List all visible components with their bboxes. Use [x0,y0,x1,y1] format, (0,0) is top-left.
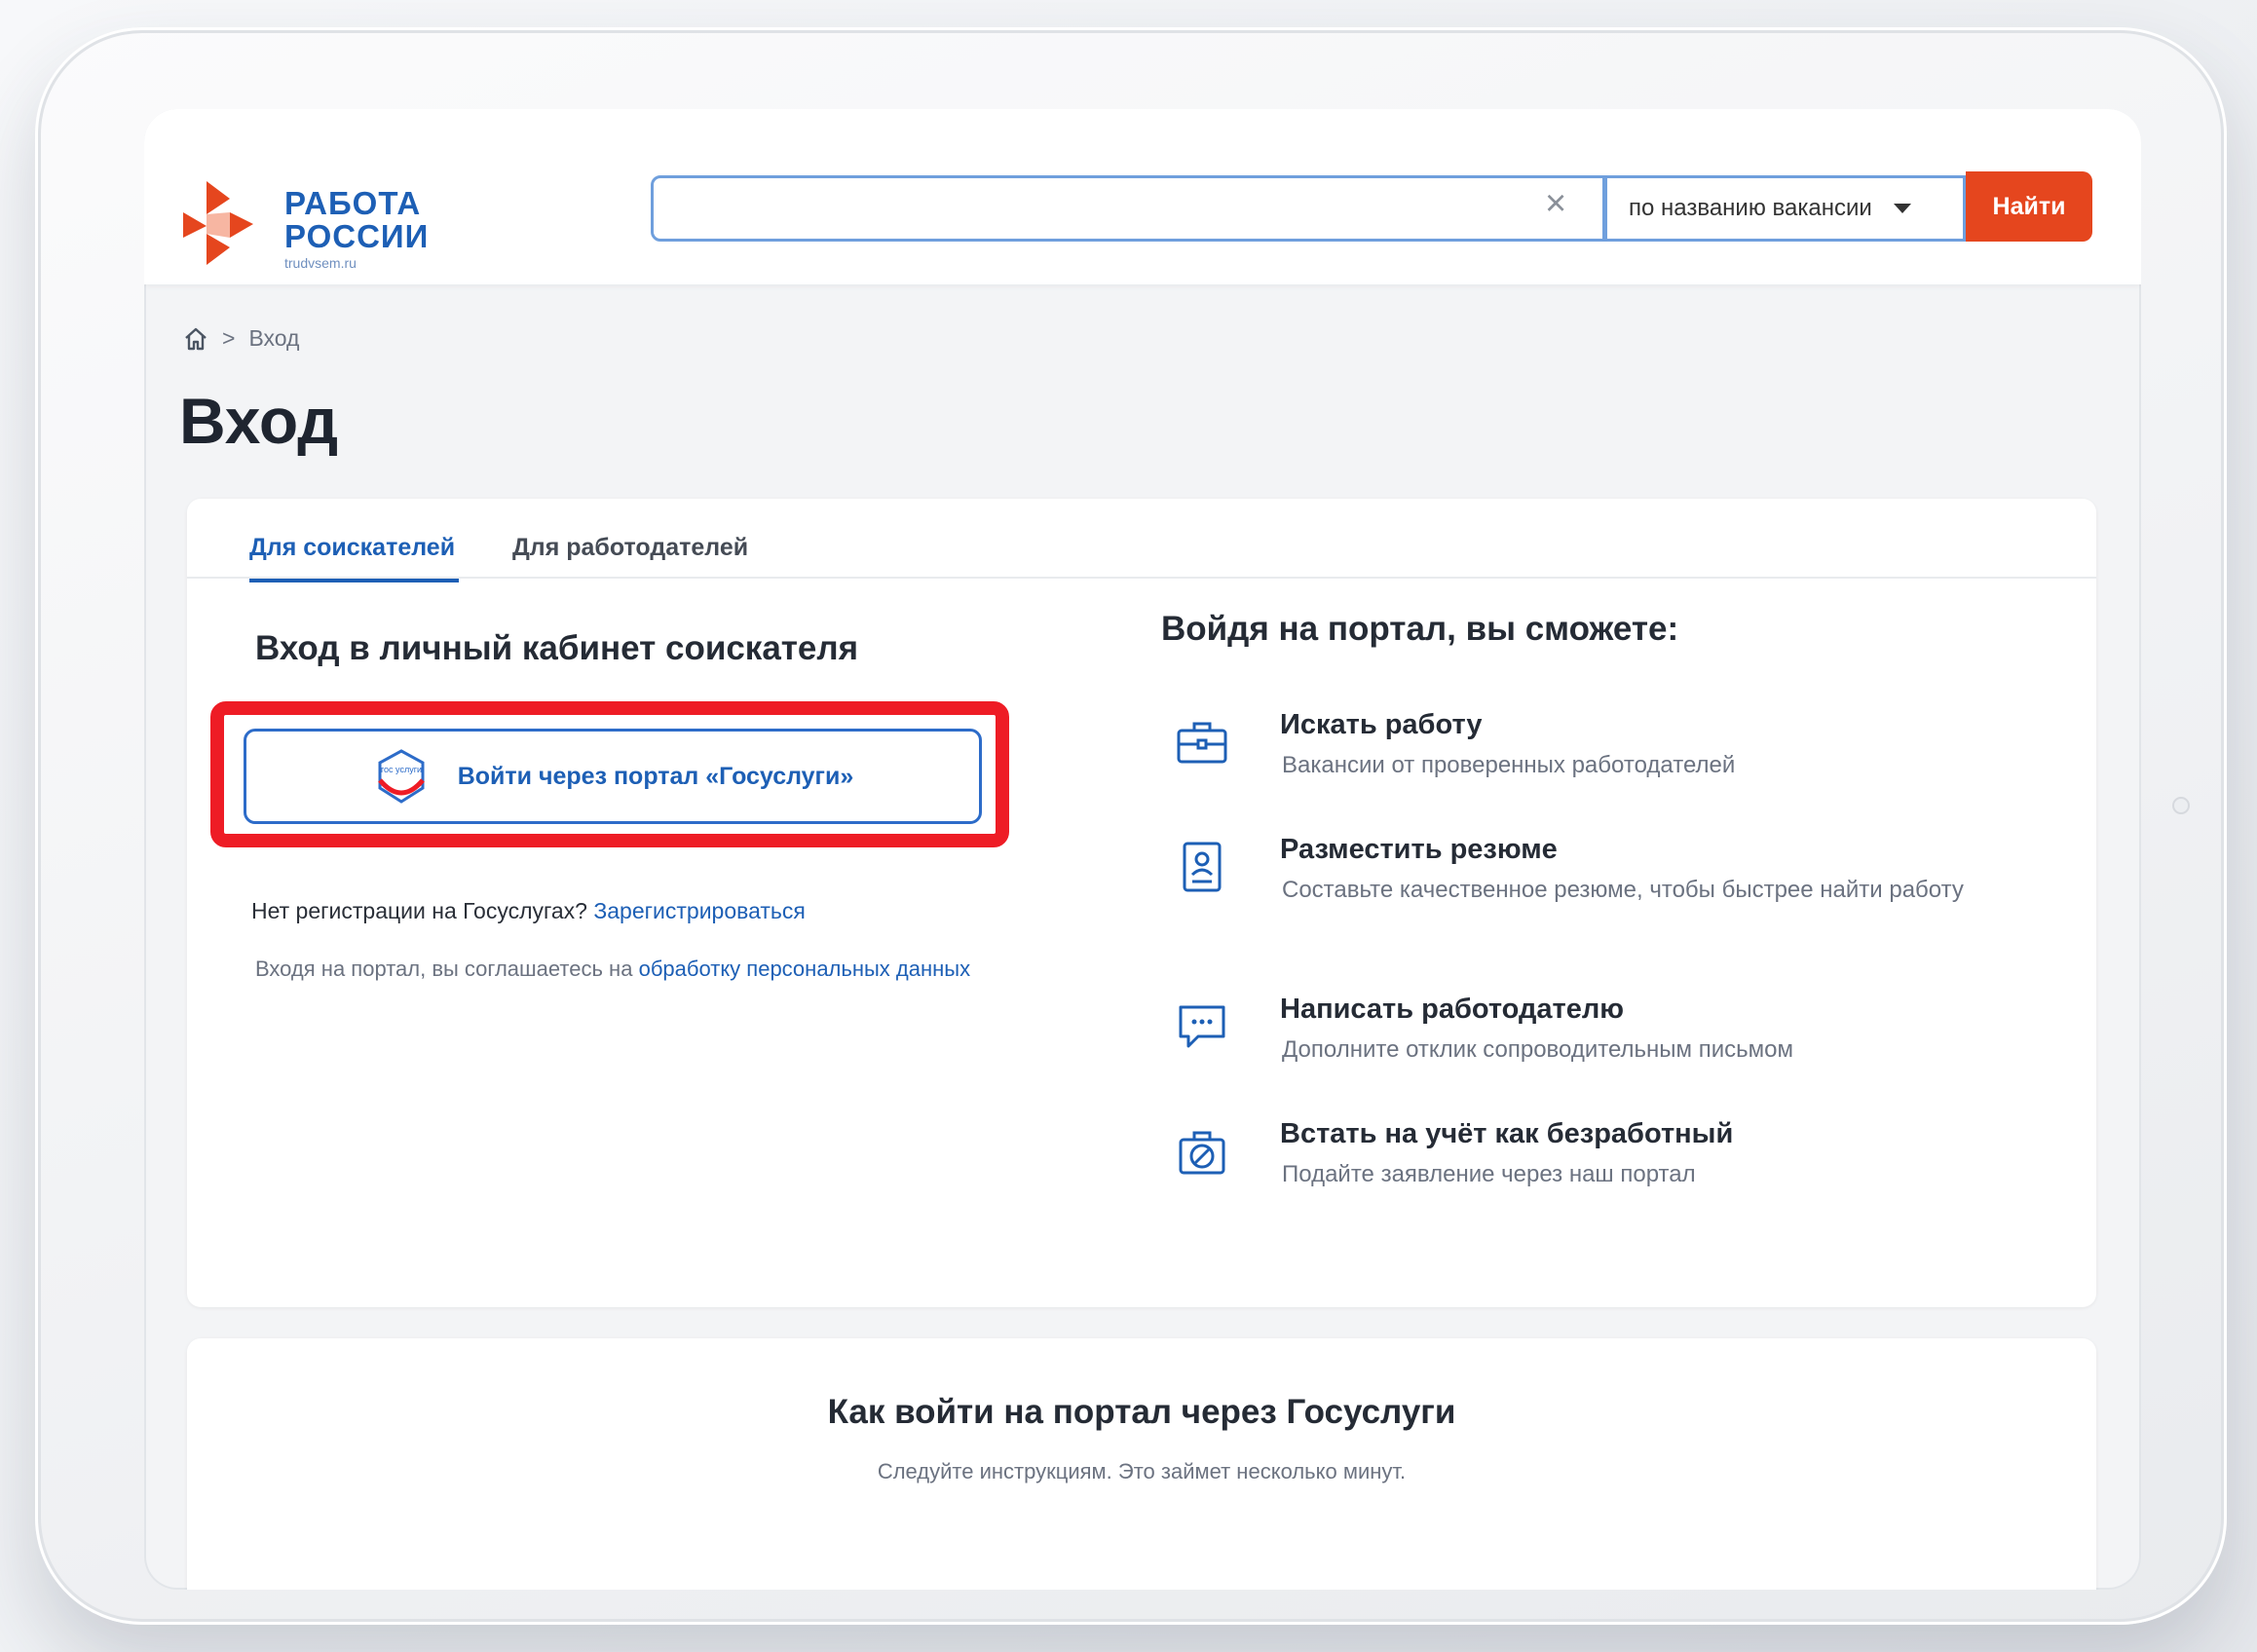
site-header: РАБОТА РОССИИ trudvsem.ru × по названию … [144,109,2141,284]
benefit-desc: Дополните отклик сопроводительным письмо… [1282,1036,1793,1063]
briefcase-icon [1177,722,1227,764]
screen: РАБОТА РОССИИ trudvsem.ru × по названию … [144,109,2141,1590]
login-card: Для соискателей Для работодателей Вход в… [187,499,2096,1307]
logo-mark-icon [183,181,253,265]
search-bar: × по названию вакансии Найти [651,171,2092,245]
benefit-item: Искать работу Вакансии от проверенных ра… [1173,709,2050,834]
howto-subtitle: Следуйте инструкциям. Это займет несколь… [877,1459,1407,1483]
benefits-title: Войдя на портал, вы сможете: [1161,610,1679,648]
benefit-item: Разместить резюме Составьте качественное… [1173,834,2050,994]
registration-line: Нет регистрации на Госуслугах? Зарегистр… [251,898,806,924]
consent-text: Входя на портал, вы соглашаетесь на [255,957,633,981]
consent-line: Входя на портал, вы соглашаетесь на обра… [255,957,970,982]
logo-subtitle: trudvsem.ru [284,255,357,271]
benefits-list: Искать работу Вакансии от проверенных ра… [1173,709,2050,1243]
tablet-frame: РАБОТА РОССИИ trudvsem.ru × по названию … [35,27,2227,1625]
howto-card: Как войти на портал через Госуслуги След… [187,1338,2096,1590]
breadcrumb-current: Вход [248,325,300,351]
gosuslugi-login-button[interactable]: гос услуги Войти через портал «Госуслуги… [244,729,982,824]
benefit-desc: Составьте качественное резюме, чтобы быс… [1282,877,1964,903]
gosuslugi-icon-text: гос услуги [381,765,422,774]
tab-employers[interactable]: Для работодателей [512,534,748,562]
tabs: Для соискателей Для работодателей [187,499,2096,582]
benefit-title: Искать работу [1280,709,1483,740]
logo-text: РАБОТА РОССИИ trudvsem.ru [284,185,430,272]
search-button[interactable]: Найти [1966,171,2092,242]
camera-dot [2172,797,2190,814]
gosuslugi-login-label: Войти через портал «Госуслуги» [457,762,854,790]
search-input[interactable] [651,175,1605,242]
benefit-title: Разместить резюме [1280,834,1558,865]
logo[interactable]: РАБОТА РОССИИ trudvsem.ru [179,175,452,273]
howto-title: Как войти на портал через Госуслуги [827,1393,1456,1431]
breadcrumb-separator: > [222,325,236,351]
close-icon[interactable]: × [1545,183,1566,225]
gosuslugi-icon: гос услуги [377,749,425,804]
breadcrumb: > Вход [183,325,299,352]
resume-icon [1183,842,1222,892]
benefit-desc: Подайте заявление через наш портал [1282,1161,1696,1187]
search-mode-label: по названию вакансии [1629,195,1872,221]
login-title: Вход в личный кабинет соискателя [255,629,859,667]
search-mode-select[interactable]: по названию вакансии [1605,175,1966,242]
chat-icon [1179,1005,1225,1048]
benefit-title: Встать на учёт как безработный [1280,1118,1734,1149]
personal-data-link[interactable]: обработку персональных данных [639,957,971,981]
page-title: Вход [179,385,339,457]
tab-job-seekers[interactable]: Для соискателей [249,534,460,582]
benefit-item: Встать на учёт как безработный Подайте з… [1173,1118,2050,1243]
logo-line-1: РАБОТА [284,185,422,221]
no-registration-text: Нет регистрации на Госуслугах? [251,898,587,923]
benefit-title: Написать работодателю [1280,994,1625,1025]
unemployed-icon [1179,1131,1225,1175]
caret-down-icon [1893,204,1911,213]
logo-line-2: РОССИИ [284,218,430,254]
home-icon[interactable] [183,327,208,351]
benefit-desc: Вакансии от проверенных работодателей [1282,752,1736,778]
register-link[interactable]: Зарегистрироваться [593,898,805,923]
benefit-item: Написать работодателю Дополните отклик с… [1173,994,2050,1118]
